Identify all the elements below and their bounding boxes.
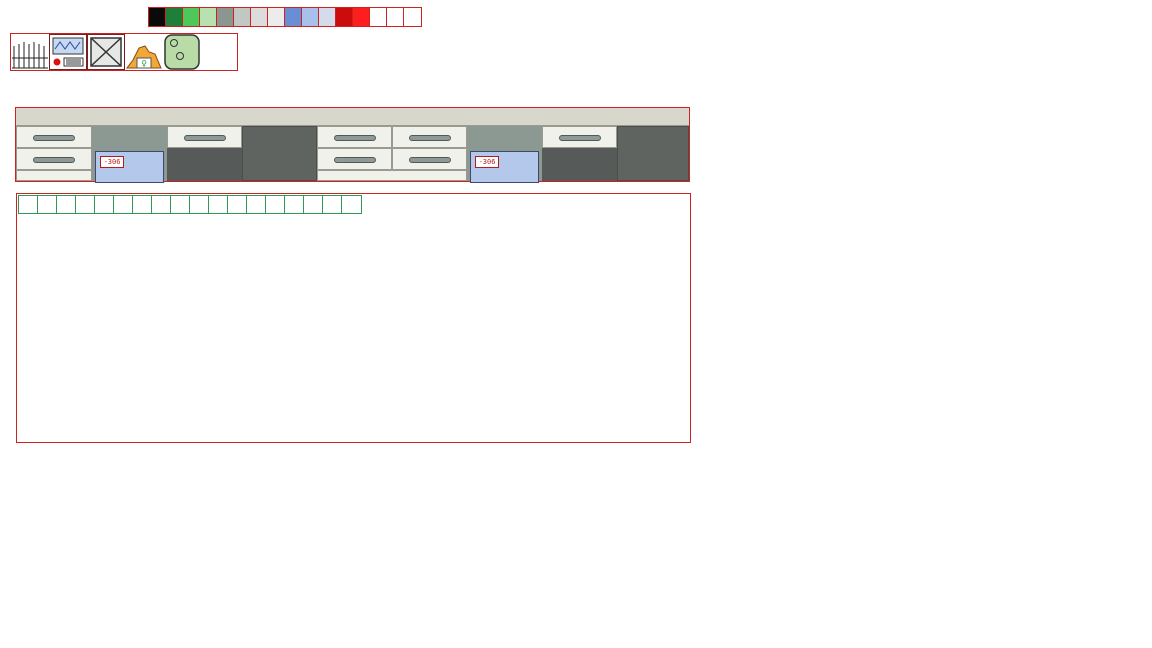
- color-swatch[interactable]: [200, 8, 217, 26]
- temperature-readout: -306: [100, 156, 124, 168]
- cabinet-door[interactable]: [617, 126, 689, 181]
- pipette-rack-tool[interactable]: [11, 34, 49, 70]
- instrument-screen[interactable]: -306: [95, 151, 164, 183]
- color-swatch[interactable]: [387, 8, 404, 26]
- drawer-handle: [409, 157, 451, 163]
- workspace-slot[interactable]: [38, 196, 57, 213]
- workspace-slot[interactable]: [209, 196, 228, 213]
- drawer-handle: [409, 135, 451, 141]
- instrument-cabinet: -306: [92, 148, 167, 183]
- drawer[interactable]: [392, 126, 467, 148]
- workspace-slot[interactable]: [114, 196, 133, 213]
- cabinet-door[interactable]: [242, 126, 317, 181]
- temperature-readout: -306: [475, 156, 499, 168]
- drawer-handle: [33, 135, 75, 141]
- drawer-handle: [334, 135, 376, 141]
- workspace-slot[interactable]: [171, 196, 190, 213]
- instrument-cabinet: -306: [467, 148, 542, 183]
- svg-text:♀: ♀: [141, 59, 147, 68]
- color-swatch[interactable]: [285, 8, 302, 26]
- equipment-toolbar: ♀: [10, 33, 238, 71]
- lab-bench: -306 -306: [15, 107, 690, 183]
- workspace-slot[interactable]: [57, 196, 76, 213]
- workspace-slot[interactable]: [304, 196, 323, 213]
- color-swatch[interactable]: [404, 8, 421, 26]
- bench-shelf: [16, 170, 92, 181]
- color-swatch[interactable]: [217, 8, 234, 26]
- workspace-slot[interactable]: [266, 196, 285, 213]
- workspace-slot[interactable]: [95, 196, 114, 213]
- mountain-sample-icon: ♀: [126, 45, 162, 69]
- drawer[interactable]: [317, 126, 392, 148]
- color-palette: [148, 7, 422, 27]
- color-swatch[interactable]: [149, 8, 166, 26]
- color-swatch[interactable]: [336, 8, 353, 26]
- drawer[interactable]: [392, 148, 467, 170]
- color-swatch[interactable]: [166, 8, 183, 26]
- drawer-handle: [184, 135, 226, 141]
- workspace-slot[interactable]: [76, 196, 95, 213]
- crossed-box-tool[interactable]: [87, 34, 125, 70]
- workspace-slot[interactable]: [19, 196, 38, 213]
- workspace-slot[interactable]: [342, 196, 361, 213]
- cabinet-door[interactable]: [542, 148, 617, 181]
- workspace-slot[interactable]: [228, 196, 247, 213]
- color-swatch[interactable]: [370, 8, 387, 26]
- instrument-screen[interactable]: -306: [470, 151, 539, 183]
- drawer[interactable]: [16, 148, 92, 170]
- cabinet-top: [92, 126, 167, 148]
- color-swatch[interactable]: [234, 8, 251, 26]
- workspace-slot[interactable]: [247, 196, 266, 213]
- workspace-canvas[interactable]: [16, 193, 691, 443]
- bench-shelf: [317, 170, 467, 181]
- color-swatch[interactable]: [183, 8, 200, 26]
- drawer[interactable]: [16, 126, 92, 148]
- color-swatch[interactable]: [353, 8, 370, 26]
- drawer[interactable]: [167, 126, 242, 148]
- crossed-box-icon: [90, 37, 122, 67]
- color-swatch[interactable]: [268, 8, 285, 26]
- workspace-slot[interactable]: [152, 196, 171, 213]
- workspace-slot[interactable]: [190, 196, 209, 213]
- cabinet-door[interactable]: [167, 148, 242, 181]
- drawer-handle: [33, 157, 75, 163]
- workspace-slot[interactable]: [285, 196, 304, 213]
- drawer[interactable]: [542, 126, 617, 148]
- color-swatch[interactable]: [319, 8, 336, 26]
- pipette-rack-icon: [12, 42, 48, 69]
- workspace-slot[interactable]: [133, 196, 152, 213]
- cabinet-top: [467, 126, 542, 148]
- oscilloscope-icon: [52, 37, 84, 67]
- color-swatch[interactable]: [302, 8, 319, 26]
- petri-dish-icon: [164, 34, 200, 70]
- color-swatch[interactable]: [251, 8, 268, 26]
- drawer-handle: [559, 135, 601, 141]
- petri-dish-tool[interactable]: [163, 34, 201, 70]
- drawer-handle: [334, 157, 376, 163]
- workspace-slot[interactable]: [323, 196, 342, 213]
- mountain-sample-tool[interactable]: ♀: [125, 34, 163, 70]
- drawer[interactable]: [317, 148, 392, 170]
- oscilloscope-tool[interactable]: [49, 34, 87, 70]
- bench-header: [16, 108, 689, 126]
- slot-strip: [18, 195, 362, 214]
